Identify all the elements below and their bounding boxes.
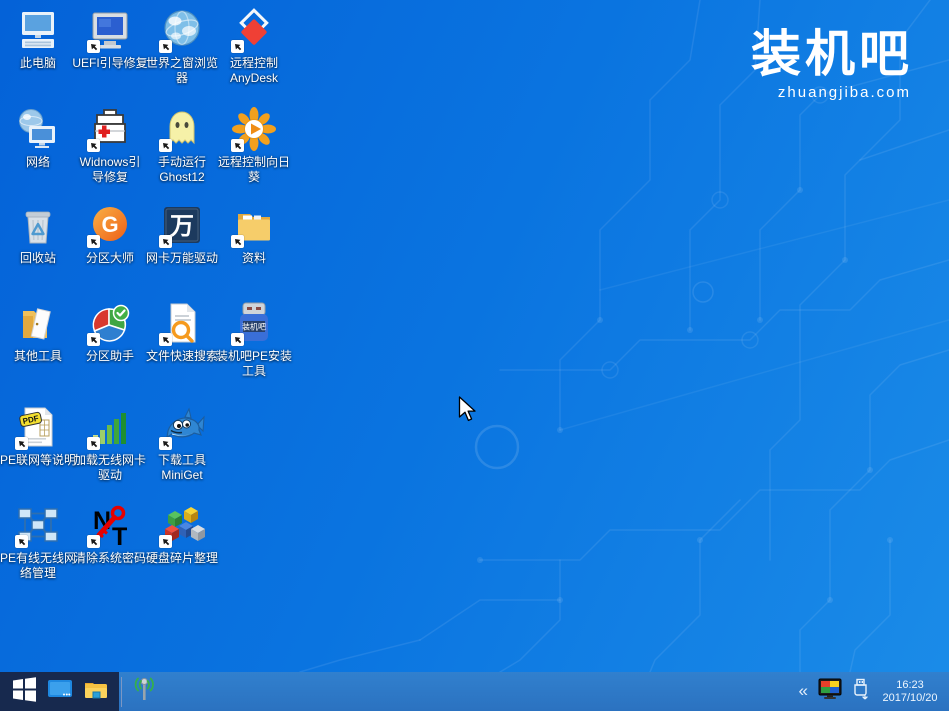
usb-eject-tray-button[interactable] xyxy=(852,678,869,706)
brand-title: 装机吧 xyxy=(751,28,913,81)
svg-text:万: 万 xyxy=(170,213,194,240)
wireless-network-button[interactable] xyxy=(124,672,164,711)
desktop-icon-partition-master[interactable]: G 分区大师 xyxy=(74,202,146,266)
taskbar: « 16:23 2017/10/20 xyxy=(0,672,949,711)
shortcut-arrow-icon xyxy=(159,437,172,450)
toolbox-icon xyxy=(87,106,133,152)
shark-icon xyxy=(159,404,205,450)
antenna-signal-icon xyxy=(129,675,159,708)
desktop-icon-sunflower-remote[interactable]: 远程控制向日 葵 xyxy=(218,106,290,185)
desktop-icon-anydesk-remote[interactable]: 远程控制 AnyDesk xyxy=(218,7,290,86)
desktop-icon-label: 下载工具 MiniGet xyxy=(139,453,225,483)
desktop-icon-disk-defrag[interactable]: 硬盘碎片整理 xyxy=(146,502,218,566)
network-icon xyxy=(15,106,61,152)
desktop-icon-partition-assistant[interactable]: 分区助手 xyxy=(74,300,146,364)
shortcut-arrow-icon xyxy=(15,437,28,450)
desktop-icon-ghost12[interactable]: 手动运行 Ghost12 xyxy=(146,106,218,185)
desktop-icon-clear-system-password[interactable]: N T 清除系统密码 xyxy=(74,502,146,566)
desktop-icon-recycle-bin[interactable]: 回收站 xyxy=(2,202,74,266)
globe-browser-icon xyxy=(159,7,205,53)
file-explorer-button[interactable] xyxy=(78,672,114,711)
folder-icon xyxy=(83,679,109,705)
desktop-icon-documents-folder[interactable]: 资料 xyxy=(218,202,290,266)
svg-text:装机吧: 装机吧 xyxy=(242,322,266,332)
partition-pie-icon xyxy=(87,300,133,346)
shortcut-arrow-icon xyxy=(87,333,100,346)
nic-driver-icon: 万 xyxy=(159,202,205,248)
shortcut-arrow-icon xyxy=(87,40,100,53)
ghost-icon xyxy=(159,106,205,152)
network-diagram-icon xyxy=(15,502,61,548)
partition-master-icon: G xyxy=(87,202,133,248)
svg-text:T: T xyxy=(112,523,127,548)
anydesk-icon xyxy=(231,7,277,53)
desktop-icon-label: 资料 xyxy=(211,251,297,266)
shortcut-arrow-icon xyxy=(87,437,100,450)
recycle-bin-icon xyxy=(15,202,61,248)
shortcut-arrow-icon xyxy=(87,139,100,152)
shortcut-arrow-icon xyxy=(87,235,100,248)
tools-folder-icon xyxy=(15,300,61,346)
signal-bars-icon xyxy=(87,404,133,450)
clock-date: 2017/10/20 xyxy=(879,692,941,705)
shortcut-arrow-icon xyxy=(159,535,172,548)
folder-icon xyxy=(231,202,277,248)
desktop-icon-miniget-downloader[interactable]: 下载工具 MiniGet xyxy=(146,404,218,483)
monitor-icon xyxy=(47,679,73,705)
usb-drive-icon: 装机吧 xyxy=(231,300,277,346)
desktop-icon-label: 远程控制 AnyDesk xyxy=(211,56,297,86)
taskbar-separator xyxy=(121,677,122,707)
taskbar-clock[interactable]: 16:23 2017/10/20 xyxy=(879,679,941,705)
shortcut-arrow-icon xyxy=(231,139,244,152)
desktop-icon-label: 远程控制向日 葵 xyxy=(211,155,297,185)
desktop-icon-label: 硬盘碎片整理 xyxy=(139,551,225,566)
shortcut-arrow-icon xyxy=(159,235,172,248)
show-desktop-button[interactable] xyxy=(42,672,78,711)
tray-expand-button[interactable]: « xyxy=(799,682,808,702)
pdf-doc-icon: PDF xyxy=(15,404,61,450)
clock-time: 16:23 xyxy=(879,679,941,692)
shortcut-arrow-icon xyxy=(87,535,100,548)
desktop-icon-pe-network-manager[interactable]: PE有线无线网 络管理 xyxy=(2,502,74,581)
brand-logo: 装机吧 zhuangjiba.com xyxy=(751,28,913,101)
desktop-icon-other-tools[interactable]: 其他工具 xyxy=(2,300,74,364)
shortcut-arrow-icon xyxy=(159,139,172,152)
desktop-background: 装机吧 zhuangjiba.com 此电脑 xyxy=(0,0,949,672)
system-tray: « 16:23 2017/10/20 xyxy=(799,678,949,706)
sunflower-icon xyxy=(231,106,277,152)
mouse-cursor xyxy=(458,396,477,428)
desktop-icon-network[interactable]: 网络 xyxy=(2,106,74,170)
desktop-icon-world-window-browser[interactable]: 世界之窗浏览 器 xyxy=(146,7,218,86)
desktop-icon-zhuangjiba-pe-installer[interactable]: 装机吧 装机吧PE安装 工具 xyxy=(218,300,290,379)
desktop-icon-file-quick-search[interactable]: 文件快速搜索 xyxy=(146,300,218,364)
shortcut-arrow-icon xyxy=(159,40,172,53)
taskbar-left-section xyxy=(0,672,119,711)
shortcut-arrow-icon xyxy=(15,535,28,548)
desktop-icon-this-pc[interactable]: 此电脑 xyxy=(2,7,74,71)
display-settings-tray-button[interactable] xyxy=(818,678,842,705)
nt-key-icon: N T xyxy=(87,502,133,548)
svg-text:G: G xyxy=(101,212,118,237)
desktop-icon-pe-network-guide[interactable]: PDF PE联网等说明 xyxy=(2,404,74,468)
desktop-icon-windows-boot-repair[interactable]: Widnows引 导修复 xyxy=(74,106,146,185)
desktop-icon-uefi-boot-repair[interactable]: UEFI引导修复 xyxy=(74,7,146,71)
shortcut-arrow-icon xyxy=(231,333,244,346)
defrag-cubes-icon xyxy=(159,502,205,548)
file-search-icon xyxy=(159,300,205,346)
this-pc-icon xyxy=(15,7,61,53)
start-button[interactable] xyxy=(6,672,42,711)
shortcut-arrow-icon xyxy=(231,40,244,53)
shortcut-arrow-icon xyxy=(231,235,244,248)
desktop-icon-nic-universal-driver[interactable]: 万 网卡万能驱动 xyxy=(146,202,218,266)
desktop-icon-wireless-nic-driver[interactable]: 加载无线网卡 驱动 xyxy=(74,404,146,483)
desktop-icon-label: 装机吧PE安装 工具 xyxy=(211,349,297,379)
brand-subtitle: zhuangjiba.com xyxy=(751,84,913,101)
shortcut-arrow-icon xyxy=(159,333,172,346)
windows-logo-icon xyxy=(12,677,37,707)
uefi-boot-repair-icon xyxy=(87,7,133,53)
